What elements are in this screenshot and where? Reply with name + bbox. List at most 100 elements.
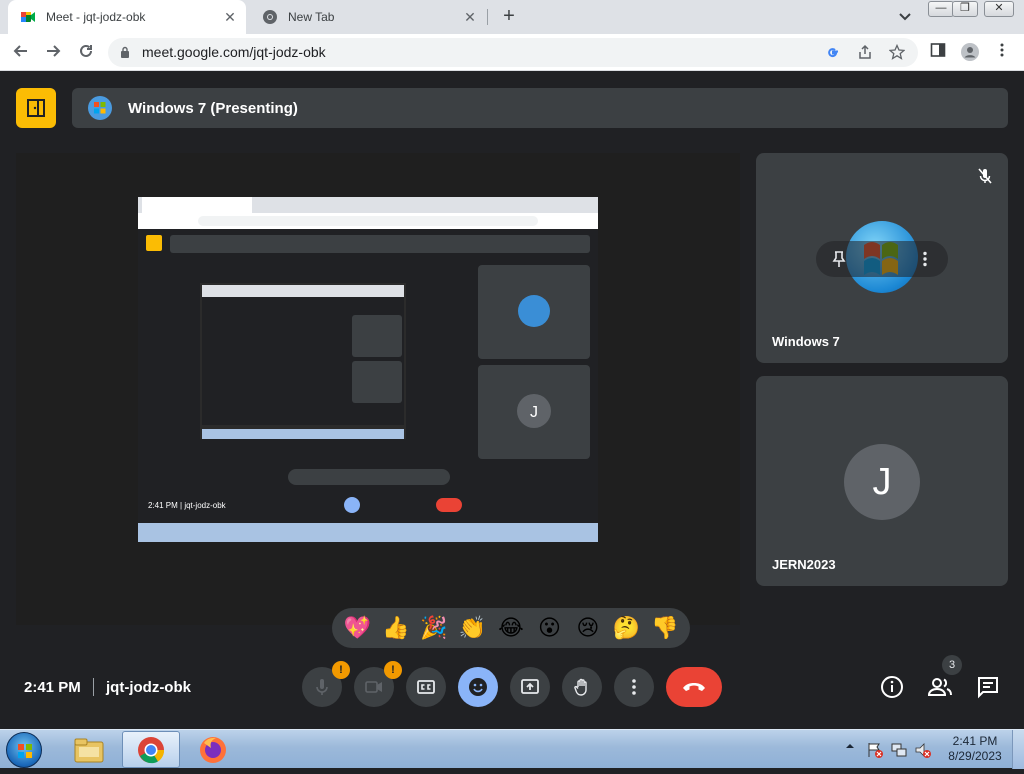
windows-start-icon [18, 744, 32, 758]
tray-expand-icon[interactable] [844, 740, 856, 752]
microphone-button[interactable]: ! [302, 661, 350, 707]
mic-warning-badge: ! [332, 661, 350, 679]
tab-search-chevron-icon[interactable] [896, 8, 914, 26]
shared-screen: J 2:41 PM | jqt-jodz-obk [138, 197, 598, 542]
chat-icon [978, 677, 998, 699]
meeting-clock: 2:41 PM [24, 679, 81, 696]
exit-door-icon [27, 99, 45, 117]
windows-taskbar: 2:41 PM 8/29/2023 [0, 729, 1024, 769]
tab-title: New Tab [288, 10, 335, 24]
close-tab-icon[interactable]: ✕ [460, 9, 480, 26]
chrome-icon [263, 10, 277, 24]
address-bar[interactable]: meet.google.com/jqt-jodz-obk [108, 38, 918, 67]
tile-hover-controls [816, 241, 948, 277]
google-meet-icon [21, 12, 35, 22]
bookmark-star-icon[interactable] [888, 43, 906, 62]
google-lens-icon[interactable] [824, 44, 842, 62]
forward-button[interactable] [41, 41, 65, 65]
taskbar-date: 8/29/2023 [948, 749, 1002, 763]
profile-avatar-icon[interactable] [960, 42, 980, 62]
reaction-surprised[interactable]: 😮 [532, 611, 566, 645]
pin-icon[interactable] [830, 250, 848, 268]
share-icon[interactable] [856, 44, 874, 62]
folder-icon [74, 738, 104, 762]
browser-titlebar: Meet - jqt-jodz-obk ✕ New Tab ✕ + — ❐ ✕ [0, 0, 1024, 34]
reload-button[interactable] [74, 41, 98, 65]
meet-page: Windows 7 (Presenting) J 2:41 PM | jqt-j… [0, 71, 1024, 729]
reaction-sparkling-heart[interactable]: 💖 [340, 611, 374, 645]
windows-logo-avatar [88, 96, 112, 120]
arrow-right-icon [47, 45, 61, 57]
camera-button[interactable]: ! [354, 661, 402, 707]
shared-screen-preview: J 2:41 PM | jqt-jodz-obk [138, 197, 598, 542]
side-panel-icon[interactable] [928, 42, 948, 62]
reaction-thumbs-down[interactable]: 👎 [648, 611, 682, 645]
reactions-button[interactable] [458, 667, 498, 707]
reaction-laughing[interactable]: 😂 [494, 611, 528, 645]
reaction-thumbs-up[interactable]: 👍 [379, 611, 413, 645]
action-center-flag-icon[interactable] [866, 741, 884, 759]
close-tab-icon[interactable]: ✕ [220, 9, 240, 26]
reactions-bar: 💖 👍 🎉 👏 😂 😮 😢 🤔 👎 [332, 608, 690, 648]
reaction-clapping[interactable]: 👏 [456, 611, 490, 645]
chrome-icon [138, 736, 165, 763]
mic-off-icon [316, 679, 328, 695]
show-desktop-button[interactable] [1012, 730, 1024, 769]
presenting-text: Windows 7 (Presenting) [128, 99, 298, 117]
back-button[interactable] [9, 41, 33, 65]
restore-window-button[interactable]: ❐ [952, 1, 978, 17]
tab-title: Meet - jqt-jodz-obk [46, 10, 146, 24]
reaction-thinking[interactable]: 🤔 [609, 611, 643, 645]
chat-button[interactable] [974, 673, 1002, 701]
present-screen-button[interactable] [510, 667, 550, 707]
people-icon [927, 678, 952, 696]
present-screen-icon [521, 679, 539, 694]
new-tab-button[interactable]: + [498, 6, 520, 28]
mic-off-icon [978, 168, 992, 184]
participant-name: Windows 7 [772, 334, 840, 349]
reaction-crying[interactable]: 😢 [571, 611, 605, 645]
captions-button[interactable] [406, 667, 446, 707]
stop-presenting-button[interactable] [16, 88, 56, 128]
closed-captions-icon [417, 680, 435, 694]
reaction-party-popper[interactable]: 🎉 [417, 611, 451, 645]
raise-hand-icon [574, 678, 587, 696]
more-options-button[interactable] [614, 667, 654, 707]
minimize-window-button[interactable]: — [928, 1, 954, 17]
presenting-banner: Windows 7 (Presenting) [72, 88, 1008, 128]
start-button[interactable] [6, 732, 42, 768]
lock-icon [121, 46, 129, 58]
leave-call-button[interactable] [666, 667, 722, 707]
svg-text:2:41 PM | jqt-jodz-obk: 2:41 PM | jqt-jodz-obk [148, 501, 227, 510]
participant-tile[interactable]: J JERN2023 [756, 376, 1008, 586]
tab-separator [487, 9, 488, 25]
close-window-button[interactable]: ✕ [984, 1, 1014, 17]
hang-up-icon [683, 683, 705, 691]
taskbar-clock[interactable]: 2:41 PM 8/29/2023 [940, 734, 1010, 764]
arrow-left-icon [13, 45, 27, 57]
browser-toolbar: meet.google.com/jqt-jodz-obk [0, 34, 1024, 71]
more-vertical-icon [632, 679, 636, 695]
tab-new-tab[interactable]: New Tab ✕ [250, 0, 486, 34]
svg-text:J: J [530, 404, 538, 421]
meeting-code: jqt-jodz-obk [106, 679, 191, 696]
more-options-icon[interactable] [916, 250, 934, 268]
camera-off-icon [365, 681, 382, 693]
firefox-icon [200, 736, 226, 763]
info-icon [881, 676, 903, 698]
taskbar-chrome[interactable] [122, 731, 180, 768]
taskbar-explorer[interactable] [60, 731, 118, 768]
tab-meet[interactable]: Meet - jqt-jodz-obk ✕ [8, 0, 246, 34]
meeting-details-button[interactable] [878, 673, 906, 701]
volume-muted-icon[interactable] [914, 741, 932, 759]
browser-menu-icon[interactable] [992, 42, 1012, 62]
participant-name: JERN2023 [772, 557, 836, 572]
divider [93, 678, 94, 696]
raise-hand-button[interactable] [562, 667, 602, 707]
url-text: meet.google.com/jqt-jodz-obk [142, 44, 326, 60]
participant-tile[interactable]: Windows 7 [756, 153, 1008, 363]
taskbar-firefox[interactable] [184, 731, 242, 768]
people-button[interactable] [926, 673, 954, 701]
network-icon[interactable] [890, 741, 908, 759]
participant-count-badge: 3 [942, 655, 962, 675]
